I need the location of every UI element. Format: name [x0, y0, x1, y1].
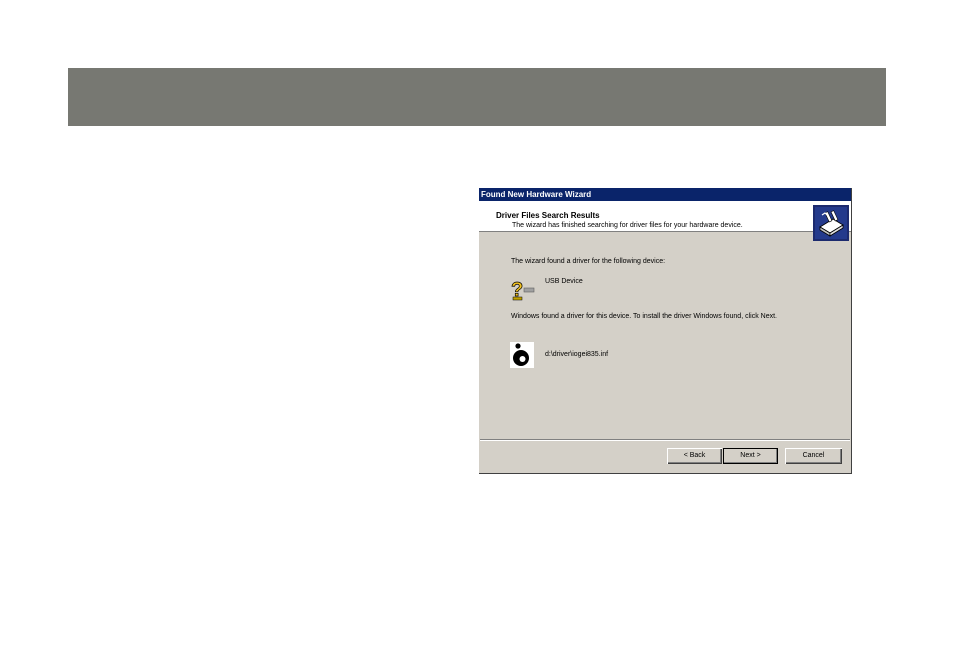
button-separator [480, 439, 850, 441]
hardware-wizard-icon [813, 205, 849, 241]
back-button[interactable]: < Back [667, 448, 722, 464]
unknown-device-icon: ? [511, 279, 535, 301]
header-subtitle: The wizard has finished searching for dr… [512, 222, 743, 229]
next-button[interactable]: Next > [723, 448, 778, 464]
install-instruction-text: Windows found a driver for this device. … [511, 313, 777, 320]
top-banner [68, 68, 886, 126]
found-new-hardware-wizard-dialog: Found New Hardware Wizard Driver Files S… [478, 187, 852, 474]
header-title: Driver Files Search Results [496, 211, 600, 220]
cancel-button[interactable]: Cancel [785, 448, 842, 464]
found-driver-text: The wizard found a driver for the follow… [511, 258, 666, 265]
driver-file-path: d:\driver\iogei835.inf [545, 351, 609, 358]
device-name: USB Device [545, 278, 583, 285]
inf-file-icon [510, 342, 534, 368]
dialog-title-bar[interactable]: Found New Hardware Wizard [479, 188, 851, 201]
wizard-header-panel: Driver Files Search Results The wizard h… [479, 201, 851, 241]
